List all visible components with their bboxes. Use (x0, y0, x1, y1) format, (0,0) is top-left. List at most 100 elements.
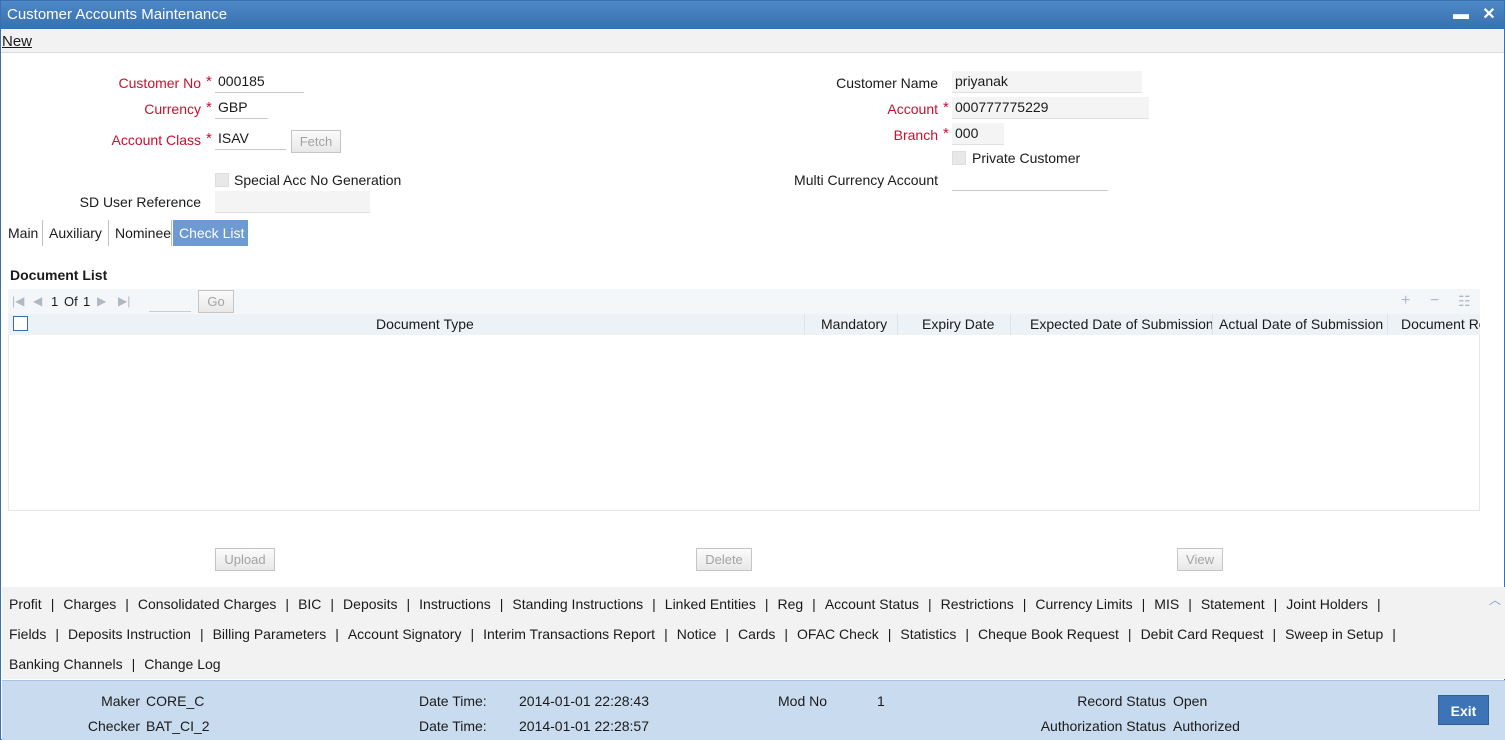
new-link[interactable]: New (2, 33, 32, 50)
link-separator: | (285, 596, 290, 612)
subsystem-link[interactable]: Sweep in Setup (1285, 626, 1383, 642)
subsystem-link[interactable]: Currency Limits (1035, 596, 1132, 612)
subsystem-link[interactable]: Cards (738, 626, 775, 642)
record-status-label: Record Status (1077, 693, 1166, 709)
subsystem-link[interactable]: Joint Holders (1286, 596, 1368, 612)
subsystem-link[interactable]: Billing Parameters (213, 626, 327, 642)
link-separator: | (131, 656, 136, 672)
subsystem-link[interactable]: Account Signatory (348, 626, 462, 642)
required-marker: * (206, 73, 212, 90)
link-separator: | (965, 626, 970, 642)
customer-accounts-window: Customer Accounts Maintenance ▬ ✕ New Cu… (0, 0, 1505, 740)
column-header[interactable]: Document Re (1401, 316, 1480, 332)
column-divider (804, 314, 805, 335)
currency-field[interactable]: GBP (215, 97, 268, 119)
branch-label: Branch (893, 127, 938, 143)
column-header[interactable]: Expected Date of Submission (1030, 316, 1214, 332)
link-separator: | (1141, 596, 1146, 612)
add-row-icon[interactable]: + (1401, 292, 1410, 310)
subsystem-link[interactable]: Instructions (419, 596, 491, 612)
account-field[interactable]: 000777775229 (952, 97, 1149, 119)
link-separator: | (764, 596, 769, 612)
single-view-icon[interactable]: ☷ (1458, 293, 1471, 310)
prev-page-icon[interactable]: ◀ (33, 294, 42, 308)
multi-currency-field[interactable] (952, 169, 1108, 191)
go-button[interactable]: Go (198, 290, 234, 313)
column-divider (1212, 314, 1213, 335)
subsystem-link[interactable]: Deposits (343, 596, 397, 612)
subsystem-link[interactable]: Reg (777, 596, 803, 612)
last-page-icon[interactable]: ▶| (118, 294, 130, 308)
special-acc-checkbox[interactable] (215, 173, 229, 187)
subsystem-link[interactable]: Fields (9, 626, 46, 642)
subsystem-link[interactable]: Profit (9, 596, 42, 612)
link-separator: | (725, 626, 730, 642)
column-header[interactable]: Expiry Date (922, 316, 994, 332)
tab-main[interactable]: Main (2, 220, 43, 246)
subsystem-link[interactable]: Restrictions (941, 596, 1014, 612)
subsystem-link[interactable]: Debit Card Request (1141, 626, 1264, 642)
column-divider (1010, 314, 1011, 335)
mod-no-value: 1 (877, 693, 885, 709)
select-all-checkbox[interactable] (13, 316, 28, 331)
subsystem-link[interactable]: Statement (1201, 596, 1265, 612)
subsystem-link[interactable]: Consolidated Charges (138, 596, 277, 612)
subsystem-link[interactable]: Change Log (144, 656, 220, 672)
subsystem-link[interactable]: Statistics (900, 626, 956, 642)
close-icon[interactable]: ✕ (1478, 4, 1500, 26)
column-divider (1387, 314, 1388, 335)
tab-auxiliary[interactable]: Auxiliary (43, 220, 109, 246)
account-class-field[interactable]: ISAV (215, 128, 286, 150)
subsystem-link[interactable]: Account Status (825, 596, 919, 612)
link-separator: | (1022, 596, 1027, 612)
maker-value: CORE_C (146, 693, 205, 709)
subsystem-link[interactable]: Charges (63, 596, 116, 612)
next-page-icon[interactable]: ▶ (97, 294, 106, 308)
page-total: 1 (83, 294, 91, 309)
subsystem-link[interactable]: Linked Entities (665, 596, 756, 612)
subsystem-link[interactable]: Interim Transactions Report (483, 626, 655, 642)
customer-no-field[interactable]: 000185 (215, 71, 304, 93)
remove-row-icon[interactable]: − (1430, 292, 1439, 310)
sd-user-ref-field[interactable] (215, 191, 370, 213)
column-header[interactable]: Mandatory (821, 316, 887, 332)
title-bar: Customer Accounts Maintenance ▬ ✕ (1, 1, 1504, 29)
link-separator: | (1273, 596, 1278, 612)
minimize-icon[interactable]: ▬ (1450, 4, 1472, 26)
maker-date-time-value: 2014-01-01 22:28:43 (519, 693, 649, 709)
subsystem-link[interactable]: Notice (677, 626, 717, 642)
private-customer-checkbox[interactable] (952, 151, 966, 165)
link-separator: | (499, 596, 504, 612)
link-separator: | (199, 626, 204, 642)
subsystem-link[interactable]: Cheque Book Request (978, 626, 1119, 642)
first-page-icon[interactable]: |◀ (12, 294, 24, 308)
subsystem-link[interactable]: MIS (1154, 596, 1179, 612)
link-separator: | (1188, 596, 1192, 612)
column-header[interactable]: Document Type (376, 316, 474, 332)
branch-field[interactable]: 000 (952, 123, 1004, 145)
required-marker: * (943, 99, 949, 116)
page-number-input[interactable] (149, 292, 191, 312)
chevron-up-icon[interactable]: ︿ (1489, 591, 1501, 608)
subsystem-link[interactable]: OFAC Check (797, 626, 879, 642)
subsystem-link[interactable]: Standing Instructions (512, 596, 643, 612)
audit-footer: Maker CORE_C Checker BAT_CI_2 Date Time:… (2, 680, 1505, 740)
subsystem-link[interactable]: Banking Channels (9, 656, 123, 672)
tab-check-list[interactable]: Check List (173, 220, 248, 246)
column-divider (897, 314, 898, 335)
link-separator: | (887, 626, 892, 642)
upload-button[interactable]: Upload (215, 548, 275, 571)
document-grid-body (8, 335, 1480, 511)
auth-status-value: Authorized (1173, 718, 1240, 734)
fetch-button[interactable]: Fetch (291, 130, 341, 153)
customer-name-field[interactable]: priyanak (952, 71, 1142, 93)
checker-value: BAT_CI_2 (146, 718, 210, 734)
view-button[interactable]: View (1177, 548, 1223, 571)
special-acc-label: Special Acc No Generation (234, 172, 402, 188)
subsystem-link[interactable]: BIC (298, 596, 321, 612)
column-header[interactable]: Actual Date of Submission (1219, 316, 1383, 332)
exit-button[interactable]: Exit (1438, 695, 1489, 725)
tab-nominee[interactable]: Nominee (109, 220, 172, 246)
delete-button[interactable]: Delete (696, 548, 752, 571)
subsystem-link[interactable]: Deposits Instruction (68, 626, 191, 642)
